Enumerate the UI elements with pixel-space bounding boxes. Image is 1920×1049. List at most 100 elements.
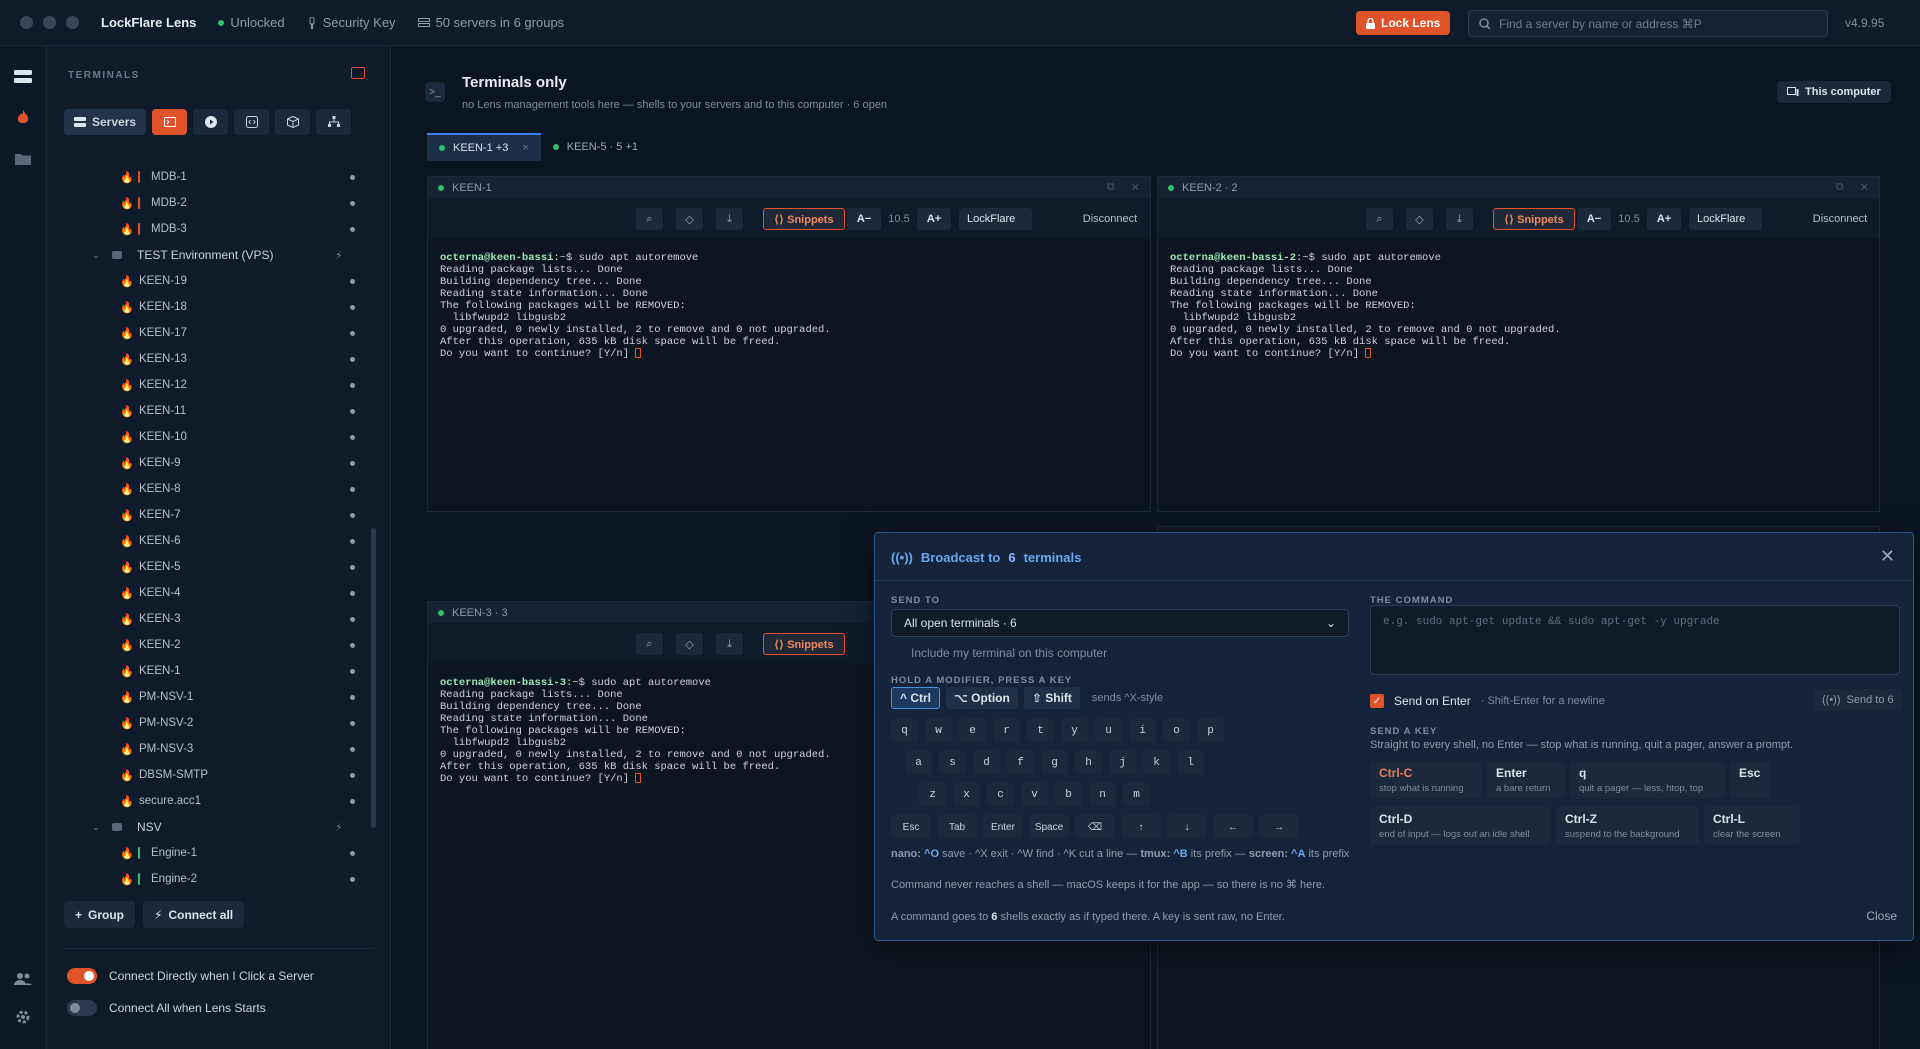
theme-select[interactable]: LockFlare — [959, 208, 1032, 230]
server-row[interactable]: 🔥 PM-NSV-3 — [47, 736, 377, 762]
key-q[interactable]: q — [891, 719, 918, 743]
popout-icon[interactable]: ⧉ — [1836, 181, 1844, 194]
server-row[interactable]: 🔥 KEEN-5 — [47, 554, 377, 580]
server-row[interactable]: 🔥 PM-NSV-2 — [47, 710, 377, 736]
key-x[interactable]: x — [953, 783, 980, 807]
tab-keen-1[interactable]: KEEN-1 +3 × — [427, 133, 541, 161]
special-key-3[interactable]: Space — [1029, 815, 1069, 839]
play-view-button[interactable] — [193, 109, 229, 135]
send-to-select[interactable]: All open terminals · 6 ⌄ — [891, 609, 1349, 637]
key-w[interactable]: w — [925, 719, 952, 743]
package-view-button[interactable] — [275, 109, 311, 135]
search-terminal-button[interactable]: ⌕ — [636, 208, 663, 230]
server-row[interactable]: 🔥 PM-NSV-1 — [47, 684, 377, 710]
close-pane-icon[interactable]: ✕ — [1131, 181, 1140, 194]
include-local-check[interactable] — [891, 647, 903, 659]
server-row[interactable]: 🔥 KEEN-13 — [47, 346, 377, 372]
server-row[interactable]: 🔥 KEEN-19 — [47, 268, 377, 294]
key-y[interactable]: y — [1061, 719, 1088, 743]
lock-lens-button[interactable]: Lock Lens — [1356, 11, 1451, 35]
server-row[interactable]: 🔥 KEEN-3 — [47, 606, 377, 632]
key-i[interactable]: i — [1129, 719, 1156, 743]
chevron-down-icon[interactable]: ⌄ — [92, 250, 100, 261]
server-row[interactable]: 🔥 KEEN-6 — [47, 528, 377, 554]
search-terminal-button[interactable]: ⌕ — [1366, 208, 1393, 230]
command-input[interactable]: e.g. sudo apt-get update && sudo apt-get… — [1370, 605, 1900, 675]
download-log-button[interactable]: ⤓ — [716, 633, 743, 655]
send-key-button[interactable]: q quit a pager — less, htop, top — [1570, 761, 1725, 799]
terminal-output[interactable]: octerna@keen-bassi-3:~$ sudo apt autorem… — [440, 677, 831, 785]
server-row[interactable]: 🔥 DBSM-SMTP — [47, 762, 377, 788]
window-controls[interactable] — [20, 16, 79, 29]
chevron-down-icon[interactable]: ⌄ — [92, 822, 100, 833]
folder-icon[interactable] — [12, 148, 34, 170]
send-on-enter-checkbox[interactable]: ✓ Send on Enter · Shift-Enter for a newl… — [1370, 694, 1605, 708]
special-key-1[interactable]: Tab — [937, 815, 977, 839]
server-row[interactable]: 🔥 Engine-1 — [47, 840, 377, 866]
send-key-button[interactable]: Ctrl-C stop what is running — [1370, 761, 1482, 799]
connect-all-start-switch[interactable] — [67, 1000, 97, 1016]
topology-view-button[interactable] — [316, 109, 352, 135]
sidebar-toggle-icon[interactable] — [351, 67, 365, 79]
key-a[interactable]: a — [905, 751, 932, 775]
key-p[interactable]: p — [1197, 719, 1224, 743]
download-log-button[interactable]: ⤓ — [1446, 208, 1473, 230]
terminal-output[interactable]: octerna@keen-bassi:~$ sudo apt autoremov… — [440, 252, 831, 360]
snippets-button[interactable]: ⟨⟩ Snippets — [763, 208, 845, 230]
connect-directly-switch[interactable] — [67, 968, 97, 984]
shift-modifier-button[interactable]: ⇧ Shift — [1023, 687, 1080, 709]
server-group-row[interactable]: ⌄ NSV ⚡ — [47, 814, 377, 840]
send-key-button[interactable]: Ctrl-Z suspend to the background — [1556, 807, 1699, 845]
key-n[interactable]: n — [1089, 783, 1116, 807]
snippets-button[interactable]: ⟨⟩ Snippets — [763, 633, 845, 655]
key-h[interactable]: h — [1075, 751, 1102, 775]
server-row[interactable]: 🔥 Engine-2 — [47, 866, 377, 892]
server-row[interactable]: 🔥 KEEN-2 — [47, 632, 377, 658]
server-row[interactable]: 🔥 KEEN-8 — [47, 476, 377, 502]
zoom-window-button[interactable] — [66, 16, 79, 29]
special-key-8[interactable]: → — [1259, 815, 1299, 839]
server-row[interactable]: 🔥 KEEN-12 — [47, 372, 377, 398]
settings-gear-icon[interactable] — [12, 1006, 34, 1028]
connect-directly-toggle-row[interactable]: Connect Directly when I Click a Server — [67, 968, 314, 984]
server-row[interactable]: 🔥 KEEN-9 — [47, 450, 377, 476]
include-local-checkbox[interactable]: Include my terminal on this computer — [891, 646, 1107, 660]
key-s[interactable]: s — [939, 751, 966, 775]
close-tab-icon[interactable]: × — [522, 142, 528, 154]
server-row[interactable]: 🔥 MDB-1 — [47, 164, 377, 190]
server-row[interactable]: 🔥 secure.acc1 — [47, 788, 377, 814]
server-row[interactable]: 🔥 MDB-3 — [47, 216, 377, 242]
bolt-icon[interactable]: ⚡ — [335, 821, 343, 834]
key-u[interactable]: u — [1095, 719, 1122, 743]
download-log-button[interactable]: ⤓ — [716, 208, 743, 230]
checkmark-icon[interactable]: ✓ — [1370, 694, 1384, 708]
server-row[interactable]: 🔥 MDB-2 — [47, 190, 377, 216]
security-key-item[interactable]: Security Key — [307, 15, 396, 30]
server-row[interactable]: 🔥 KEEN-17 — [47, 320, 377, 346]
key-b[interactable]: b — [1055, 783, 1082, 807]
server-row[interactable]: 🔥 KEEN-11 — [47, 398, 377, 424]
disconnect-button[interactable]: Disconnect — [1075, 208, 1145, 230]
key-e[interactable]: e — [959, 719, 986, 743]
special-key-7[interactable]: ← — [1213, 815, 1253, 839]
connect-all-button[interactable]: ⚡ Connect all — [143, 901, 245, 928]
clear-terminal-button[interactable]: ◇ — [676, 633, 703, 655]
clear-terminal-button[interactable]: ◇ — [1406, 208, 1433, 230]
tab-keen-5[interactable]: KEEN-5 · 5 +1 — [541, 133, 650, 161]
sidebar-scrollbar[interactable] — [371, 528, 376, 828]
this-computer-button[interactable]: This computer — [1777, 81, 1891, 103]
servers-icon[interactable] — [12, 66, 34, 88]
search-terminal-button[interactable]: ⌕ — [636, 633, 663, 655]
key-v[interactable]: v — [1021, 783, 1048, 807]
close-button[interactable]: Close — [1866, 909, 1897, 923]
key-r[interactable]: r — [993, 719, 1020, 743]
key-c[interactable]: c — [987, 783, 1014, 807]
bolt-icon[interactable]: ⚡ — [335, 249, 343, 262]
special-key-2[interactable]: Enter — [983, 815, 1023, 839]
special-key-5[interactable]: ↑ — [1121, 815, 1161, 839]
send-key-button[interactable]: Ctrl-D end of input — logs out an idle sh… — [1370, 807, 1551, 845]
key-l[interactable]: l — [1177, 751, 1204, 775]
terminal-output[interactable]: octerna@keen-bassi-2:~$ sudo apt autorem… — [1170, 252, 1561, 360]
global-search-input[interactable]: Find a server by name or address ⌘P — [1468, 10, 1828, 37]
font-decrease-button[interactable]: A− — [847, 208, 881, 230]
